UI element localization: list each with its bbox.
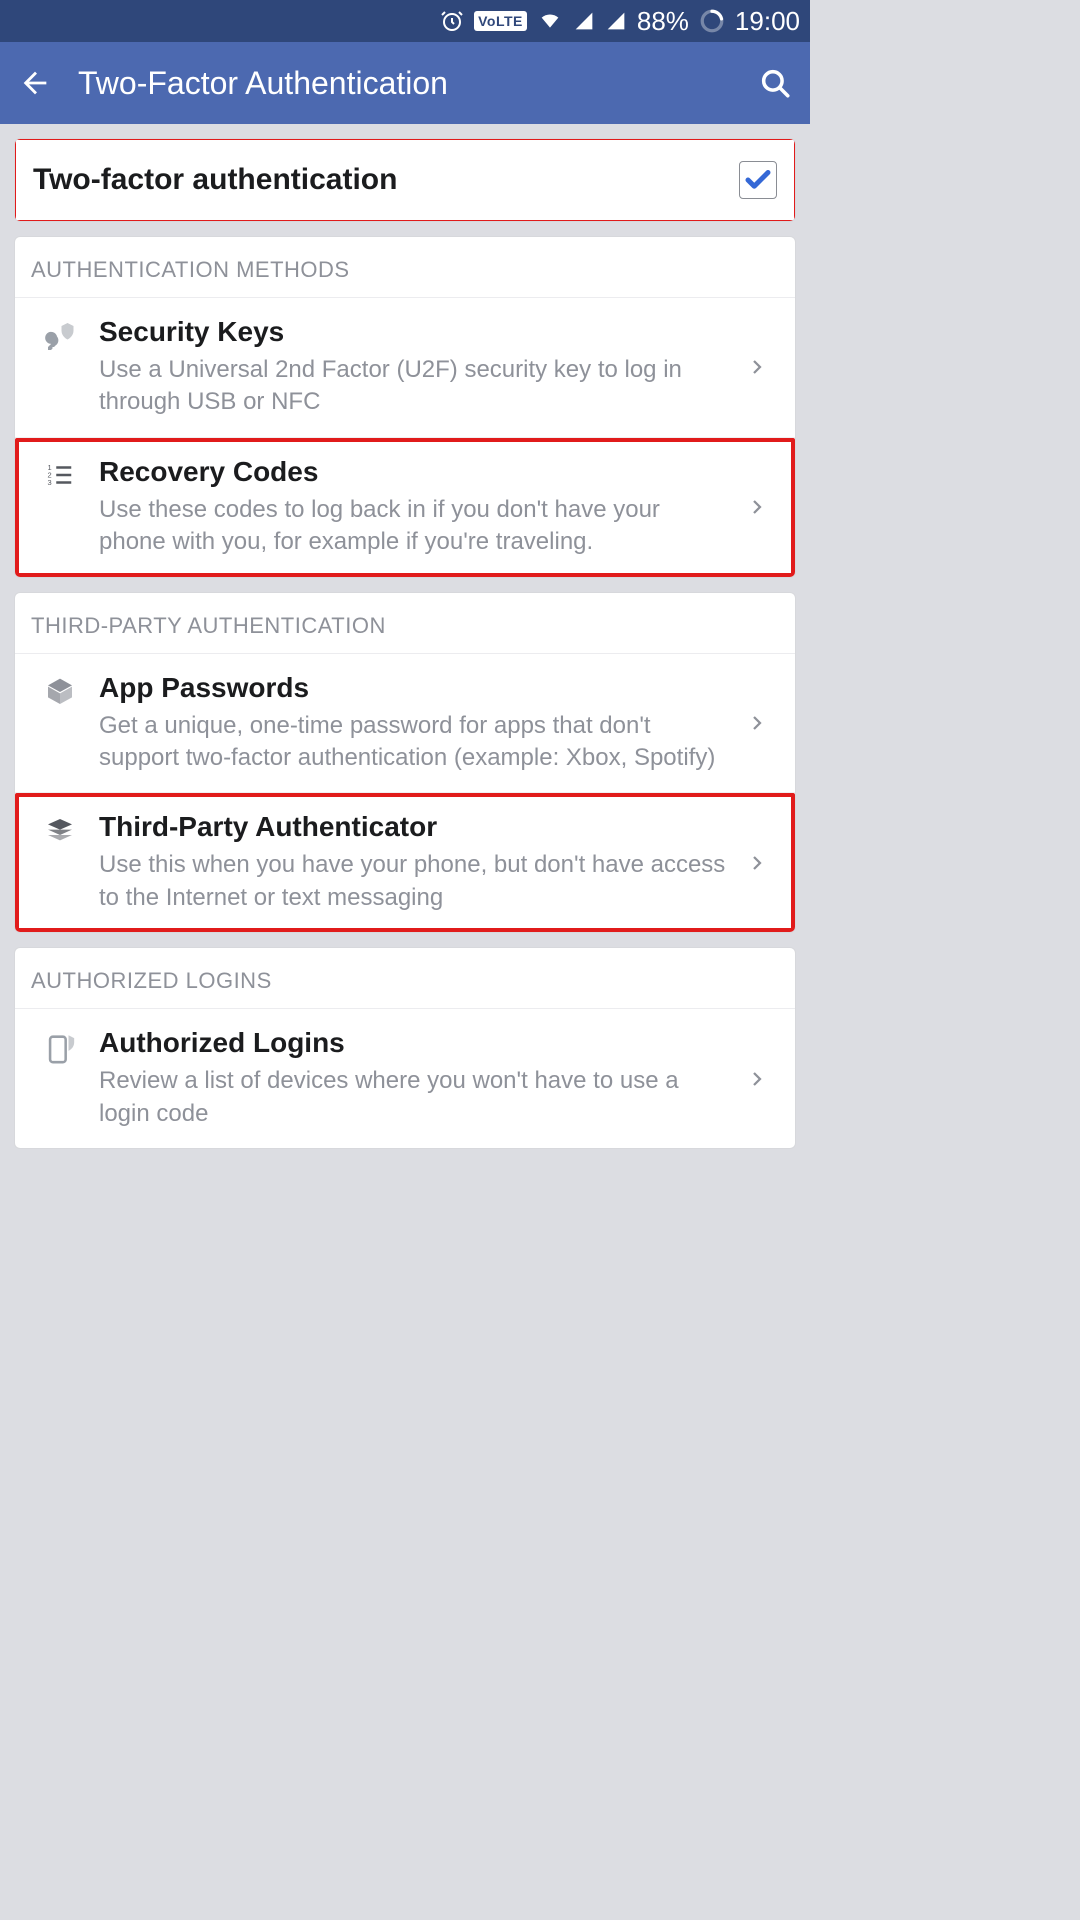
layers-icon [27,811,93,847]
chevron-right-icon [737,358,777,376]
signal-icon-2 [605,11,627,31]
alarm-icon [440,9,464,33]
third-party-authentication-card: THIRD-PARTY AUTHENTICATION App Passwords… [14,592,796,934]
search-button[interactable] [758,66,792,100]
authorized-logins-row[interactable]: Authorized Logins Review a list of devic… [15,1009,795,1148]
status-bar: VoLTE 88% 19:00 [0,0,810,42]
clock-time: 19:00 [735,6,800,37]
cube-icon [27,672,93,708]
recovery-codes-row[interactable]: 123 Recovery Codes Use these codes to lo… [15,437,795,577]
chevron-right-icon [737,498,777,516]
authorized-logins-title: Authorized Logins [99,1027,731,1059]
content: Two-factor authentication AUTHENTICATION… [0,124,810,1163]
authorized-logins-header: AUTHORIZED LOGINS [15,948,795,1009]
two-factor-toggle-label: Two-factor authentication [33,163,739,197]
chevron-right-icon [737,1070,777,1088]
authentication-methods-header: AUTHENTICATION METHODS [15,237,795,298]
page-title: Two-Factor Authentication [78,65,732,102]
key-shield-icon [27,316,93,356]
svg-text:3: 3 [48,478,52,487]
third-party-authenticator-row[interactable]: Third-Party Authenticator Use this when … [15,792,795,932]
authentication-methods-card: AUTHENTICATION METHODS Security Keys Use… [14,236,796,578]
security-keys-row[interactable]: Security Keys Use a Universal 2nd Factor… [15,298,795,437]
battery-percent: 88% [637,6,689,37]
authorized-logins-desc: Review a list of devices where you won't… [99,1065,731,1130]
two-factor-checkbox[interactable] [739,161,777,199]
third-party-authenticator-title: Third-Party Authenticator [99,811,731,843]
recovery-codes-desc: Use these codes to log back in if you do… [99,494,731,559]
app-bar: Two-Factor Authentication [0,42,810,124]
wifi-icon [537,11,563,31]
numbered-list-icon: 123 [27,456,93,490]
security-keys-desc: Use a Universal 2nd Factor (U2F) securit… [99,354,731,419]
signal-icon-1 [573,11,595,31]
device-shield-icon [27,1027,93,1065]
app-passwords-title: App Passwords [99,672,731,704]
back-button[interactable] [18,66,52,100]
volte-icon: VoLTE [474,11,527,31]
third-party-authentication-header: THIRD-PARTY AUTHENTICATION [15,593,795,654]
two-factor-toggle-card[interactable]: Two-factor authentication [14,138,796,222]
chevron-right-icon [737,714,777,732]
chevron-right-icon [737,854,777,872]
app-passwords-desc: Get a unique, one-time password for apps… [99,710,731,775]
app-passwords-row[interactable]: App Passwords Get a unique, one-time pas… [15,654,795,793]
security-keys-title: Security Keys [99,316,731,348]
recovery-codes-title: Recovery Codes [99,456,731,488]
authorized-logins-card: AUTHORIZED LOGINS Authorized Logins Revi… [14,947,796,1149]
battery-ring-icon [699,8,725,34]
third-party-authenticator-desc: Use this when you have your phone, but d… [99,849,731,914]
